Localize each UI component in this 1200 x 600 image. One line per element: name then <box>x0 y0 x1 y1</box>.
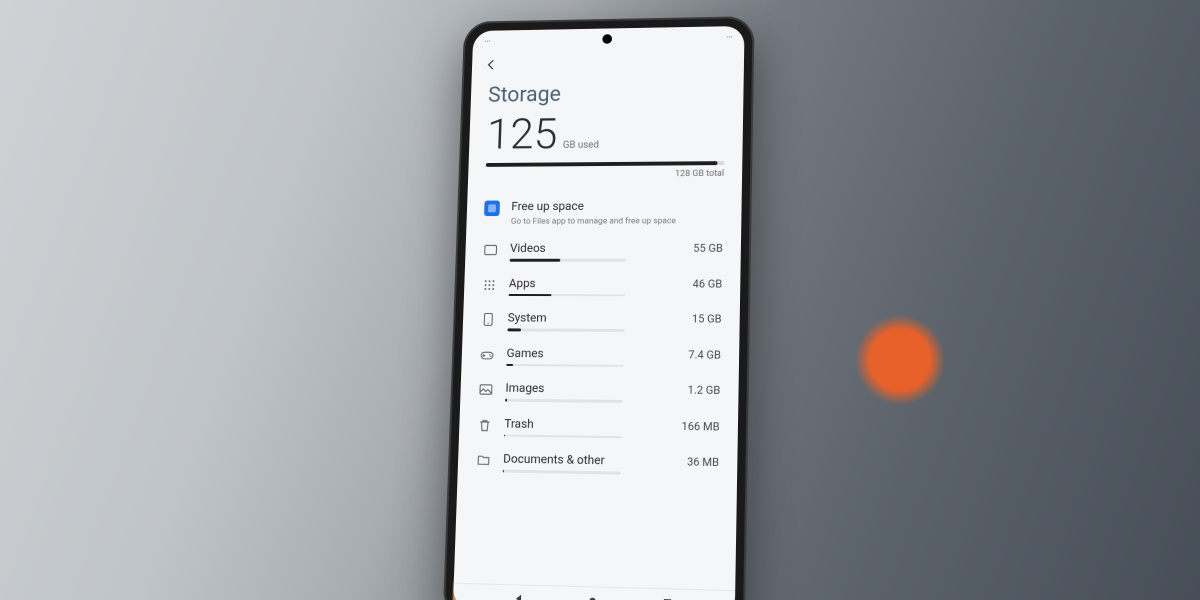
category-label: Trash <box>504 416 534 430</box>
category-value: 7.4 GB <box>688 348 721 361</box>
used-amount: 125 <box>486 112 558 155</box>
category-bar <box>504 434 622 438</box>
category-value: 55 GB <box>693 242 723 255</box>
free-up-space-row[interactable]: Free up space Go to Files app to manage … <box>466 190 742 233</box>
free-up-subtitle: Go to Files app to manage and free up sp… <box>511 216 724 226</box>
status-left: ··· <box>484 37 490 46</box>
back-arrow-icon <box>483 57 499 72</box>
category-bar-fill <box>503 470 504 473</box>
category-bar <box>508 294 625 297</box>
category-row-images[interactable]: Images 1.2 GB <box>460 372 739 410</box>
storage-meter-row: 128 GB total <box>485 161 724 180</box>
documents-icon <box>475 452 491 468</box>
back-button[interactable] <box>483 57 499 72</box>
category-label: Documents & other <box>503 452 605 468</box>
used-unit: GB used <box>563 140 599 151</box>
nav-home-button[interactable] <box>585 593 599 600</box>
category-label: System <box>508 311 547 325</box>
system-icon <box>480 312 496 328</box>
page-title: Storage <box>488 80 726 107</box>
category-row-apps[interactable]: Apps 46 GB <box>464 268 741 304</box>
nav-recents-icon <box>661 596 673 600</box>
category-bar-fill <box>505 399 507 402</box>
category-icon <box>478 382 494 398</box>
category-bar <box>507 328 624 331</box>
category-row-system[interactable]: System 15 GB <box>462 303 740 339</box>
phone-frame: ··· ··· Storage 125 GB used 128 G <box>443 16 755 600</box>
category-bar-fill <box>508 294 551 297</box>
category-row-games[interactable]: Games 7.4 GB <box>461 337 739 374</box>
category-label: Apps <box>509 276 536 290</box>
storage-meter <box>486 161 725 167</box>
category-bar <box>510 259 626 261</box>
category-icon <box>483 242 499 258</box>
category-bar <box>503 470 621 475</box>
category-label: Videos <box>510 241 546 255</box>
category-row-documents[interactable]: Documents & other 36 MB <box>457 443 737 483</box>
category-bar <box>505 399 622 403</box>
files-app-icon <box>484 201 500 217</box>
nav-back-button[interactable] <box>512 591 526 600</box>
storage-header: Storage 125 GB used 128 GB total <box>468 74 744 192</box>
games-icon <box>479 346 495 362</box>
nav-back-icon <box>513 592 525 600</box>
category-bar-fill <box>510 259 561 261</box>
category-value: 15 GB <box>692 312 722 325</box>
category-icon <box>475 452 491 468</box>
category-row-trash[interactable]: Trash 166 MB <box>459 408 738 447</box>
used-line: 125 GB used <box>486 110 725 155</box>
storage-meter-fill <box>486 161 717 167</box>
category-value: 166 MB <box>681 419 719 433</box>
status-right: ··· <box>726 32 732 41</box>
category-icon <box>480 312 496 328</box>
photo-background: ··· ··· Storage 125 GB used 128 G <box>0 0 1200 600</box>
phone-screen: ··· ··· Storage 125 GB used 128 G <box>453 26 745 600</box>
category-bar-fill <box>506 363 513 366</box>
total-label: 128 GB total <box>485 169 724 180</box>
category-bar-fill <box>507 328 521 331</box>
videos-icon <box>483 242 499 258</box>
images-icon <box>478 382 494 398</box>
trash-icon <box>477 417 493 433</box>
category-label: Games <box>506 346 543 360</box>
nav-home-icon <box>586 594 598 600</box>
category-icon <box>479 346 495 362</box>
category-value: 36 MB <box>687 455 719 469</box>
category-value: 1.2 GB <box>688 384 721 397</box>
free-up-title: Free up space <box>511 198 724 213</box>
category-row-videos[interactable]: Videos 55 GB <box>465 233 741 268</box>
nav-recents-button[interactable] <box>660 595 675 600</box>
category-icon <box>477 417 493 433</box>
category-value: 46 GB <box>693 277 723 290</box>
category-icon <box>481 277 497 293</box>
category-label: Images <box>505 381 544 395</box>
storage-list: Free up space Go to Files app to manage … <box>454 190 742 590</box>
app-bar <box>472 47 745 78</box>
category-bar <box>506 363 623 366</box>
apps-icon <box>481 277 497 293</box>
category-bar-fill <box>504 434 505 437</box>
